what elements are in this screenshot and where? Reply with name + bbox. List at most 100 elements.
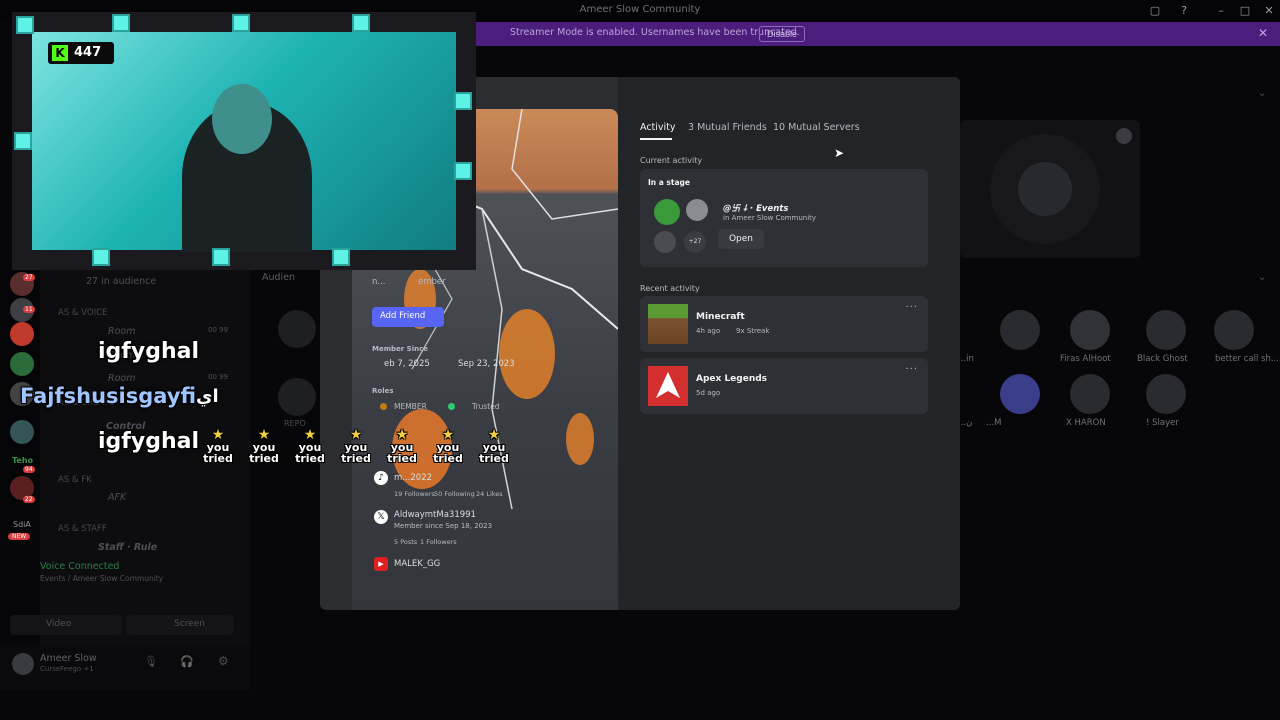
inbox-icon[interactable]: ▢ (1147, 3, 1163, 19)
minecraft-icon (648, 304, 688, 344)
stage-avatar[interactable] (278, 378, 316, 416)
diamond-deco (92, 248, 110, 266)
avatar[interactable] (12, 653, 34, 675)
connection-name[interactable]: MALEK_GG (394, 559, 440, 569)
audience-tab[interactable]: Audien (262, 272, 295, 283)
current-activity-label: Current activity (640, 156, 703, 165)
speaker-avatar (1018, 162, 1072, 216)
server-icon[interactable] (10, 420, 34, 444)
stage-sub: in Ameer Slow Community (723, 214, 817, 222)
category-header[interactable]: AS & VOICE (58, 308, 107, 318)
member-avatar[interactable] (1146, 374, 1186, 414)
game-streak: 9x Streak (736, 327, 770, 335)
member-avatar[interactable] (1214, 310, 1254, 350)
voice-channel[interactable]: Room (108, 373, 135, 384)
tab-mutual-friends[interactable]: 3 Mutual Friends (688, 122, 767, 133)
voice-channel[interactable]: Room (108, 326, 135, 337)
recent-activity-label: Recent activity (640, 284, 700, 293)
help-icon[interactable]: ? (1176, 3, 1192, 19)
gear-icon[interactable]: ⚙ (218, 654, 229, 668)
roles-label: Roles (372, 387, 394, 395)
member-name: better call sh... (1215, 354, 1279, 364)
voice-status: Voice Connected (40, 561, 120, 572)
screen-button[interactable]: Screen (126, 615, 234, 635)
connection-name[interactable]: m...2022 (394, 473, 432, 483)
text-channel[interactable]: Staff · Rule (98, 542, 157, 553)
headphones-icon[interactable]: 🎧 (180, 655, 194, 668)
member-avatar[interactable] (1146, 310, 1186, 350)
server-icon[interactable] (10, 322, 34, 346)
minimize-button[interactable]: – (1213, 3, 1229, 19)
mic-icon[interactable]: 🎙 (144, 655, 158, 668)
diamond-deco (112, 14, 130, 32)
star-icon: ★ (211, 427, 225, 443)
voice-sub[interactable]: Events / Ameer Slow Community (40, 574, 163, 583)
shield-icon (1116, 128, 1132, 144)
you-tried-sticker: ★ you tried (198, 428, 238, 464)
tab-mutual-servers[interactable]: 10 Mutual Servers (773, 122, 860, 133)
disable-button[interactable]: Disable (759, 26, 806, 42)
star-icon: ★ (441, 427, 455, 443)
connection-stat: 5 Posts (394, 538, 418, 546)
game-time: 4h ago (696, 327, 721, 335)
you-tried-text: you tried (387, 441, 417, 465)
member-avatar[interactable] (1070, 374, 1110, 414)
close-window-button[interactable]: ✕ (1261, 3, 1277, 19)
kick-icon: K (52, 45, 68, 61)
stage-activity-card: In a stage @卐 ⸸ · Events in Ameer Slow C… (640, 169, 928, 267)
close-icon[interactable]: ✕ (1258, 26, 1268, 40)
listener-count: +27 (684, 231, 706, 253)
chat-overlay-line: igfyghal (98, 429, 199, 454)
role-color-dot (448, 403, 455, 410)
connection-stat: 19 Followers (394, 490, 435, 498)
chevron-down-icon[interactable]: ⌄ (1258, 272, 1266, 283)
member-since-discord: eb 7, 2025 (384, 359, 430, 369)
category-header[interactable]: AS & STAFF (58, 524, 107, 534)
stage-avatar (686, 199, 708, 221)
star-icon: ★ (395, 427, 409, 443)
connection-name[interactable]: AldwaymtMa31991 (394, 510, 476, 520)
mouse-cursor: ➤ (834, 146, 845, 160)
connection-stat: 1 Followers (420, 538, 457, 546)
open-button[interactable]: Open (718, 229, 764, 249)
video-button[interactable]: Video (10, 615, 122, 635)
member-name: ...ن (958, 418, 973, 428)
more-options-icon[interactable]: ··· (905, 302, 918, 313)
username: Ameer Slow (40, 653, 97, 664)
game-name: Minecraft (696, 312, 745, 322)
add-friend-button[interactable]: Add Friend (372, 307, 444, 327)
member-name: ...M (986, 418, 1002, 428)
chat-overlay-line: igfyghal (98, 339, 199, 364)
member-avatar[interactable] (1070, 310, 1110, 350)
you-tried-text: you tried (295, 441, 325, 465)
new-badge: NEW (8, 533, 31, 540)
listener-avatar (654, 231, 676, 253)
chat-overlay-suffix: اي (196, 386, 219, 407)
member-name: Black Ghost (1137, 354, 1188, 364)
tab-activity[interactable]: Activity (640, 122, 676, 133)
star-icon: ★ (257, 427, 271, 443)
member-avatar[interactable] (1000, 310, 1040, 350)
kick-viewer-badge: K 447 (48, 42, 114, 64)
maximize-button[interactable]: □ (1237, 3, 1253, 19)
user-status: CurseFeego +1 (40, 665, 94, 673)
voice-channel[interactable]: AFK (108, 492, 126, 503)
chevron-down-icon[interactable]: ⌄ (1258, 88, 1266, 99)
stage-avatar[interactable] (278, 310, 316, 348)
profile-name: n... (372, 277, 386, 287)
you-tried-text: you tried (341, 441, 371, 465)
stage-speaker-tile[interactable] (960, 120, 1140, 258)
category-header[interactable]: AS & FK (58, 475, 92, 485)
server-label: Teho (12, 456, 34, 465)
you-tried-sticker: ★ you tried (244, 428, 284, 464)
chat-overlay-line: Fajfshusisgayfi (20, 384, 197, 408)
member-avatar[interactable] (1000, 374, 1040, 414)
more-options-icon[interactable]: ··· (905, 364, 918, 375)
server-icon[interactable] (10, 352, 34, 376)
connection-stat: 24 Likes (476, 490, 503, 498)
apex-logo (656, 372, 680, 398)
member-name: Firas AlHoot (1060, 354, 1111, 364)
stage-user-label: REPO (284, 419, 306, 428)
diamond-deco (232, 14, 250, 32)
apex-icon (648, 366, 688, 406)
